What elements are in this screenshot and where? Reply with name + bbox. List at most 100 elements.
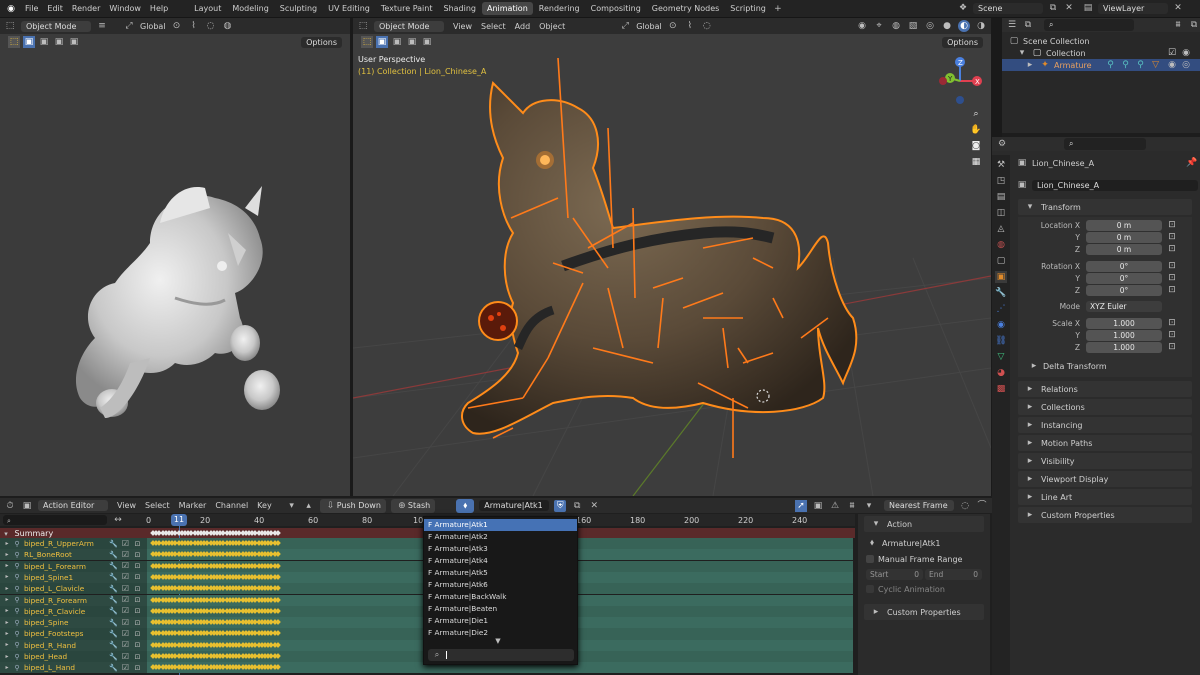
main-mode-new-icon[interactable]: ▣: [376, 36, 388, 48]
tab-compositing[interactable]: Compositing: [586, 2, 646, 15]
panel-visibility[interactable]: ▸ Visibility: [1018, 453, 1192, 469]
menu-help[interactable]: Help: [150, 4, 168, 13]
start-frame-field[interactable]: Start 0: [866, 568, 923, 580]
keyframe[interactable]: [274, 585, 281, 592]
tab-rendering[interactable]: Rendering: [534, 2, 585, 15]
channel-modifier-icon[interactable]: 🔧: [109, 605, 118, 617]
main-options-button[interactable]: Options: [942, 36, 983, 48]
object-tab-icon[interactable]: ▣: [995, 271, 1007, 283]
location-z-field[interactable]: 0 m: [1086, 243, 1162, 255]
main-viewport[interactable]: ⬚ Object Mode View Select Add Object ⤢ G…: [353, 18, 991, 496]
custom-properties-panel-header[interactable]: ▸ Custom Properties: [864, 604, 984, 620]
tool-tab-icon[interactable]: ⚒: [995, 159, 1007, 171]
rotation-x-field[interactable]: 0°: [1086, 260, 1162, 272]
channel-lock-icon[interactable]: ⊡: [133, 617, 142, 629]
action-menu-item[interactable]: F Armature|Die1: [424, 615, 577, 627]
channel-mute-checkbox-icon[interactable]: ☑: [121, 560, 130, 572]
scene-close-icon[interactable]: ✕: [1063, 2, 1075, 14]
view-layer-icon[interactable]: ▤: [1082, 2, 1094, 14]
editor-mode-dropdown[interactable]: Action Editor: [38, 500, 108, 511]
scroll-down-icon[interactable]: ▼: [492, 635, 504, 647]
tab-shading[interactable]: Shading: [438, 2, 481, 15]
modifier-tab-icon[interactable]: 🔧: [995, 287, 1007, 299]
shading-solid-icon[interactable]: ●: [941, 20, 953, 32]
channel-modifier-icon[interactable]: 🔧: [109, 651, 118, 663]
menu-window[interactable]: Window: [109, 4, 141, 13]
channel-expand-icon[interactable]: ▸: [4, 594, 10, 606]
keyframe[interactable]: [274, 562, 281, 569]
channel-row[interactable]: ▸ ⚲ biped_Spine1 🔧 ☑ ⊡: [0, 571, 147, 584]
properties-search-field[interactable]: ⌕: [1064, 138, 1146, 150]
channel-mute-checkbox-icon[interactable]: ☑: [121, 549, 130, 561]
channel-mute-checkbox-icon[interactable]: ☑: [121, 605, 130, 617]
particles-tab-icon[interactable]: ⋰: [995, 303, 1007, 315]
channel-expand-icon[interactable]: ▸: [4, 639, 10, 651]
filter-funnel-icon[interactable]: ⩩: [846, 500, 858, 512]
channel-mute-checkbox-icon[interactable]: ☑: [121, 639, 130, 651]
navigation-gizmo[interactable]: X Z Y: [935, 56, 985, 106]
physics-tab-icon[interactable]: ◉: [995, 319, 1007, 331]
action-menu-item[interactable]: F Armature|Atk4: [424, 555, 577, 567]
scale-z-field[interactable]: 1.000: [1086, 341, 1162, 353]
cyclic-animation-checkbox[interactable]: [866, 585, 874, 593]
channel-expand-icon[interactable]: ▸: [4, 538, 10, 550]
shading-material-icon[interactable]: ◐: [958, 20, 970, 32]
panel-viewport-display[interactable]: ▸ Viewport Display: [1018, 471, 1192, 487]
collection-expand-icon[interactable]: ▾: [1016, 47, 1028, 59]
action-menu-item[interactable]: F Armature|Atk5: [424, 567, 577, 579]
channel-row[interactable]: ▸ ⚲ biped_L_Hand 🔧 ☑ ⊡: [0, 662, 147, 674]
rotation-mode-dropdown[interactable]: XYZ Euler: [1086, 301, 1162, 312]
zoom-icon[interactable]: ⌕: [970, 108, 982, 120]
rotation-y-field[interactable]: 0°: [1086, 272, 1162, 284]
tab-modeling[interactable]: Modeling: [227, 2, 273, 15]
channel-lock-icon[interactable]: ⊡: [133, 594, 142, 606]
action-name-field[interactable]: Armature|Atk1: [479, 500, 550, 511]
keyframe[interactable]: [274, 619, 281, 625]
proportional-edit-icon[interactable]: ◌: [959, 500, 971, 512]
delta-transform-subpanel[interactable]: ▸ Delta Transform: [1018, 359, 1192, 373]
channel-modifier-icon[interactable]: 🔧: [109, 571, 118, 583]
channel-expand-icon[interactable]: ▸: [4, 560, 10, 572]
panel-line-art[interactable]: ▸ Line Art: [1018, 489, 1192, 505]
main-mode-extend-icon[interactable]: ▣: [391, 36, 403, 48]
channel-row[interactable]: ▸ ⚲ biped_R_UpperArm 🔧 ☑ ⊡: [0, 538, 147, 550]
action-menu-item[interactable]: F Armature|Atk3: [424, 543, 577, 555]
constraints-tab-icon[interactable]: ⛓: [995, 335, 1007, 347]
channel-mute-checkbox-icon[interactable]: ☑: [121, 571, 130, 583]
channel-lock-icon[interactable]: ⊡: [133, 651, 142, 663]
view-layer-name-field[interactable]: ViewLayer: [1098, 2, 1168, 14]
channel-mute-checkbox-icon[interactable]: ☑: [121, 594, 130, 606]
shading-rendered-icon[interactable]: ◑: [975, 20, 987, 32]
action-menu-item[interactable]: F Armature|Atk6: [424, 579, 577, 591]
gizmo-toggle-icon[interactable]: ⌖: [873, 20, 885, 32]
filter-dropdown-icon[interactable]: ▾: [863, 500, 875, 512]
pan-hand-icon[interactable]: ✋: [970, 124, 982, 136]
scene-new-icon[interactable]: ⧉: [1047, 2, 1059, 14]
object-type-icon[interactable]: ▣: [1016, 179, 1028, 191]
channel-mute-checkbox-icon[interactable]: ☑: [121, 617, 130, 629]
menu-edit[interactable]: Edit: [47, 4, 63, 13]
action-search-input[interactable]: ⌕: [428, 649, 574, 661]
output-tab-icon[interactable]: ▤: [995, 191, 1007, 203]
scene-icon[interactable]: ❖: [957, 2, 969, 14]
channel-mute-checkbox-icon[interactable]: ☑: [121, 628, 130, 640]
panel-relations[interactable]: ▸ Relations: [1018, 381, 1192, 397]
outliner-new-collection-icon[interactable]: ⧉: [1188, 19, 1200, 31]
outliner-filter-icon[interactable]: ⩩: [1172, 19, 1184, 31]
armature-render-icon[interactable]: ◎: [1180, 59, 1192, 71]
channel-lock-icon[interactable]: ⊡: [133, 605, 142, 617]
layer-next-icon[interactable]: ▴: [303, 500, 315, 512]
rotation-z-field[interactable]: 0°: [1086, 284, 1162, 296]
overlays-icon[interactable]: ◍: [890, 20, 902, 32]
channel-lock-icon[interactable]: ⊡: [133, 571, 142, 583]
channel-expand-icon[interactable]: ▸: [4, 651, 10, 663]
viewport-menu-view[interactable]: View: [453, 22, 472, 31]
menu-render[interactable]: Render: [72, 4, 100, 13]
transform-panel-header[interactable]: ▾ Transform: [1018, 199, 1192, 215]
scale-x-lock-icon[interactable]: ⊡: [1166, 317, 1178, 329]
channel-lock-icon[interactable]: ⊡: [133, 538, 142, 550]
armature-visibility-icon[interactable]: ◉: [1166, 59, 1178, 71]
channel-modifier-icon[interactable]: 🔧: [109, 560, 118, 572]
dopesheet-menu-key[interactable]: Key: [257, 501, 272, 510]
channel-modifier-icon[interactable]: 🔧: [109, 549, 118, 561]
